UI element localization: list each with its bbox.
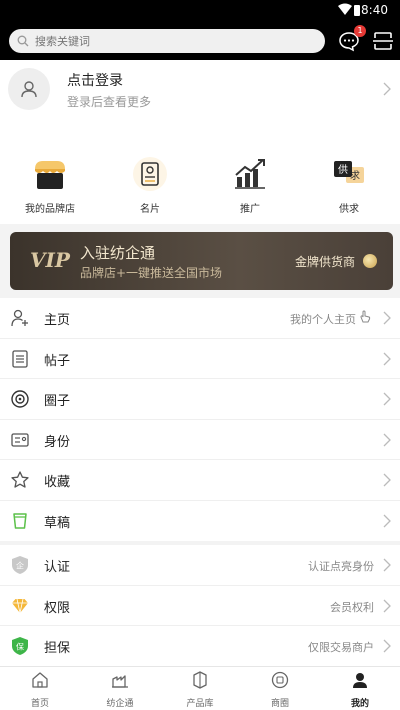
- user-add-icon: [11, 309, 28, 327]
- shortcut-grid: 我的品牌店 名片 推广 求 供 供求: [0, 144, 400, 224]
- supply-demand-icon: 求 供: [334, 161, 364, 183]
- message-badge: 1: [354, 25, 366, 37]
- status-time: 8:40: [361, 3, 388, 17]
- top-bar: 1: [0, 22, 400, 60]
- svg-text:保: 保: [16, 642, 24, 652]
- chevron-right-icon: [383, 599, 391, 612]
- coin-icon: [363, 254, 377, 268]
- menu-item-certification[interactable]: 企 认证 认证点亮身份: [0, 545, 400, 586]
- menu-item-value: 会员权利: [330, 600, 374, 614]
- chevron-right-icon: [383, 392, 391, 406]
- tab-mine[interactable]: 我的: [320, 671, 400, 709]
- battery-icon: [354, 5, 360, 16]
- menu-item-posts[interactable]: 帖子: [0, 339, 400, 379]
- shortcut-brand-store[interactable]: 我的品牌店: [10, 154, 90, 215]
- draft-icon: [13, 512, 27, 529]
- menu-item-label: 主页: [44, 313, 71, 328]
- user-icon: [21, 81, 37, 98]
- vip-banner[interactable]: VIP 入驻纺企通 品牌店+一键推送全国市场 金牌供货商: [10, 232, 393, 290]
- post-icon: [12, 349, 28, 368]
- tab-fangqitong[interactable]: 纺企通: [80, 671, 160, 709]
- tab-label: 纺企通: [106, 699, 134, 709]
- tab-label: 产品库: [186, 699, 214, 709]
- circle-icon: [11, 390, 29, 408]
- menu-item-label: 认证: [44, 560, 71, 575]
- svg-text:企: 企: [16, 561, 24, 571]
- business-circle-icon: [271, 671, 289, 689]
- scan-icon[interactable]: [372, 30, 394, 52]
- shop-icon: [35, 161, 65, 189]
- menu-item-value: 认证点亮身份: [308, 560, 374, 573]
- shortcut-card[interactable]: 名片: [110, 154, 190, 215]
- svg-text:供: 供: [338, 163, 348, 176]
- chevron-right-icon: [383, 352, 391, 365]
- shortcut-label: 名片: [140, 204, 160, 215]
- shortcut-label: 推广: [240, 204, 260, 215]
- menu-item-value: 仅限交易商户: [308, 641, 374, 654]
- guarantee-shield-icon: 保: [12, 637, 28, 655]
- product-icon: [193, 671, 207, 689]
- wifi-icon: [338, 3, 352, 15]
- chevron-right-icon: [383, 558, 391, 572]
- menu-item-label: 担保: [44, 641, 71, 656]
- search-icon: [17, 35, 29, 47]
- menu-item-value: 我的个人主页: [290, 313, 356, 326]
- menu-item-homepage[interactable]: 主页 我的个人主页: [0, 298, 400, 339]
- login-card[interactable]: 点击登录 登录后查看更多: [0, 60, 400, 144]
- tab-label: 我的: [350, 699, 369, 709]
- menu-item-favorites[interactable]: 收藏: [0, 460, 400, 501]
- menu-item-identity[interactable]: 身份: [0, 420, 400, 460]
- vip-logo: VIP: [30, 248, 70, 272]
- chart-icon: [235, 159, 265, 189]
- chevron-right-icon: [383, 473, 391, 487]
- chevron-right-icon: [383, 639, 391, 653]
- avatar[interactable]: [8, 68, 50, 110]
- menu-item-drafts[interactable]: 草稿: [0, 501, 400, 542]
- shortcut-promote[interactable]: 推广: [210, 154, 290, 215]
- star-icon: [11, 471, 29, 488]
- shortcut-label: 我的品牌店: [25, 204, 75, 215]
- hand-tap-icon: [360, 310, 371, 323]
- menu-list-secondary: 企 认证 认证点亮身份 权限 会员权利 保 担保 仅限交易商户: [0, 545, 400, 667]
- chevron-right-icon: [383, 311, 391, 325]
- tab-business-circle[interactable]: 商圈: [240, 671, 320, 709]
- chevron-right-icon: [383, 82, 391, 96]
- vip-subtitle: 品牌店+一键推送全国市场: [80, 266, 223, 280]
- search-box[interactable]: [9, 29, 325, 53]
- menu-item-label: 圈子: [44, 394, 71, 409]
- menu-item-permissions[interactable]: 权限 会员权利: [0, 586, 400, 626]
- card-icon: [133, 157, 167, 191]
- status-bar: 8:40: [0, 0, 400, 22]
- menu-item-label: 权限: [44, 600, 71, 616]
- menu-item-label: 草稿: [44, 515, 71, 531]
- menu-item-circles[interactable]: 圈子: [0, 379, 400, 420]
- shortcut-label: 供求: [339, 204, 359, 215]
- gold-supplier-label[interactable]: 金牌供货商: [295, 253, 355, 270]
- tab-products[interactable]: 产品库: [160, 671, 240, 709]
- login-subtitle: 登录后查看更多: [67, 95, 152, 109]
- menu-item-guarantee[interactable]: 保 担保 仅限交易商户: [0, 626, 400, 667]
- id-card-icon: [11, 432, 29, 447]
- profile-icon: [353, 673, 367, 688]
- menu-item-label: 收藏: [44, 475, 71, 490]
- vip-title: 入驻纺企通: [80, 244, 156, 262]
- menu-list-primary: 主页 我的个人主页 帖子 圈子 身份 收藏 草稿: [0, 298, 400, 541]
- tab-label: 首页: [30, 699, 49, 709]
- chevron-right-icon: [383, 514, 391, 527]
- factory-icon: [112, 675, 128, 688]
- tab-home[interactable]: 首页: [0, 671, 80, 709]
- shortcut-supply-demand[interactable]: 求 供 供求: [309, 154, 389, 215]
- search-input[interactable]: [35, 34, 295, 48]
- menu-item-label: 身份: [44, 434, 71, 450]
- home-icon: [32, 672, 48, 688]
- bottom-tab-bar: 首页 纺企通 产品库 商圈 我的: [0, 666, 400, 710]
- diamond-icon: [12, 598, 28, 613]
- chevron-right-icon: [383, 433, 391, 446]
- tab-label: 商圈: [270, 699, 289, 709]
- menu-item-label: 帖子: [44, 353, 71, 369]
- cert-shield-icon: 企: [12, 556, 28, 574]
- login-title[interactable]: 点击登录: [67, 70, 123, 90]
